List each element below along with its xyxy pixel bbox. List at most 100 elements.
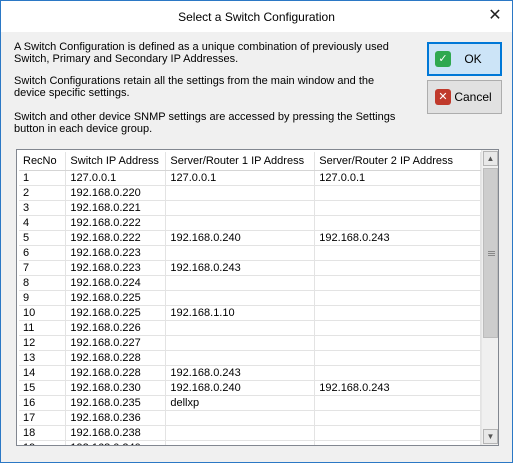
dialog-title: Select a Switch Configuration	[178, 10, 335, 24]
cell-server1-ip	[165, 200, 316, 216]
table-row[interactable]: 5 192.168.0.222 192.168.0.240 192.168.0.243	[19, 230, 481, 246]
cell-server2-ip	[314, 290, 481, 306]
cell-recno: 5	[19, 230, 67, 246]
cell-switch-ip: 192.168.0.224	[65, 275, 167, 291]
cell-recno: 6	[19, 245, 67, 261]
table-row[interactable]: 13 192.168.0.228	[19, 350, 481, 366]
cell-server1-ip	[165, 440, 316, 445]
table-row[interactable]: 12 192.168.0.227	[19, 335, 481, 351]
scroll-thumb[interactable]	[483, 168, 498, 338]
cell-server2-ip	[314, 320, 481, 336]
cell-server1-ip: 192.168.0.240	[165, 380, 316, 396]
vertical-scrollbar[interactable]: ▲ ▼	[481, 150, 498, 445]
column-header-server2-ip[interactable]: Server/Router 2 IP Address	[314, 152, 481, 171]
cell-switch-ip: 192.168.0.226	[65, 320, 167, 336]
cell-server1-ip	[165, 275, 316, 291]
cell-server1-ip: 192.168.1.10	[165, 305, 316, 321]
cell-recno: 2	[19, 185, 67, 201]
cell-server2-ip	[314, 410, 481, 426]
table-row[interactable]: 2 192.168.0.220	[19, 185, 481, 201]
ok-button-label: OK	[464, 52, 482, 66]
cell-server1-ip: dellxp	[165, 395, 316, 411]
table-row[interactable]: 9 192.168.0.225	[19, 290, 481, 306]
table-row[interactable]: 6 192.168.0.223	[19, 245, 481, 261]
cell-switch-ip: 192.168.0.236	[65, 410, 167, 426]
cell-server2-ip	[314, 200, 481, 216]
grip-icon	[488, 251, 495, 256]
cell-switch-ip: 192.168.0.221	[65, 200, 167, 216]
cell-switch-ip: 192.168.0.220	[65, 185, 167, 201]
x-icon: ✕	[435, 89, 451, 105]
cell-server2-ip: 192.168.0.243	[314, 230, 481, 246]
cell-switch-ip: 192.168.0.222	[65, 215, 167, 231]
cell-server2-ip: 127.0.0.1	[314, 170, 481, 186]
table-row[interactable]: 14 192.168.0.228 192.168.0.243	[19, 365, 481, 381]
cell-server1-ip	[165, 410, 316, 426]
cell-switch-ip: 192.168.0.228	[65, 350, 167, 366]
cell-switch-ip: 192.168.0.240	[65, 440, 167, 445]
table-row[interactable]: 19192.168.0.240	[19, 440, 481, 445]
table-row[interactable]: 3 192.168.0.221	[19, 200, 481, 216]
cell-server2-ip	[314, 275, 481, 291]
table-row[interactable]: 7 192.168.0.223 192.168.0.243	[19, 260, 481, 276]
table-row[interactable]: 16 192.168.0.235 dellxp	[19, 395, 481, 411]
cell-switch-ip: 192.168.0.222	[65, 230, 167, 246]
cell-server2-ip	[314, 425, 481, 441]
ok-button[interactable]: ✓ OK	[427, 42, 502, 76]
table-row[interactable]: 1 127.0.0.1 127.0.0.1 127.0.0.1	[19, 170, 481, 186]
table-row[interactable]: 10 192.168.0.225 192.168.1.10	[19, 305, 481, 321]
cell-server1-ip: 192.168.0.243	[165, 260, 316, 276]
cell-server2-ip: 192.168.0.243	[314, 380, 481, 396]
column-header-server1-ip[interactable]: Server/Router 1 IP Address	[165, 152, 316, 171]
cell-server2-ip	[314, 395, 481, 411]
cell-recno: 15	[19, 380, 67, 396]
configuration-table: RecNo Switch IP Address Server/Router 1 …	[19, 152, 481, 445]
header-row: RecNo Switch IP Address Server/Router 1 …	[19, 152, 481, 171]
description-para-1: A Switch Configuration is defined as a u…	[14, 41, 389, 65]
configuration-grid[interactable]: RecNo Switch IP Address Server/Router 1 …	[16, 149, 499, 446]
check-icon: ✓	[435, 51, 451, 67]
cell-recno: 12	[19, 335, 67, 351]
cell-recno: 7	[19, 260, 67, 276]
cell-switch-ip: 192.168.0.230	[65, 380, 167, 396]
cell-server1-ip: 127.0.0.1	[165, 170, 316, 186]
cell-recno: 4	[19, 215, 67, 231]
column-header-switch-ip[interactable]: Switch IP Address	[65, 152, 167, 171]
table-row[interactable]: 4 192.168.0.222	[19, 215, 481, 231]
table-row[interactable]: 8 192.168.0.224	[19, 275, 481, 291]
cell-server2-ip	[314, 365, 481, 381]
cell-server1-ip	[165, 185, 316, 201]
cell-recno: 10	[19, 305, 67, 321]
cell-server1-ip	[165, 350, 316, 366]
cell-recno: 16	[19, 395, 67, 411]
scroll-down-icon[interactable]: ▼	[483, 429, 498, 444]
scroll-up-icon[interactable]: ▲	[483, 151, 498, 166]
cell-switch-ip: 192.168.0.228	[65, 365, 167, 381]
cell-switch-ip: 192.168.0.225	[65, 290, 167, 306]
cancel-button[interactable]: ✕ Cancel	[427, 80, 502, 114]
cell-recno: 14	[19, 365, 67, 381]
cell-recno: 17	[19, 410, 67, 426]
column-header-recno[interactable]: RecNo	[19, 152, 67, 171]
cancel-button-label: Cancel	[454, 90, 492, 104]
cell-switch-ip: 192.168.0.223	[65, 245, 167, 261]
table-row[interactable]: 11 192.168.0.226	[19, 320, 481, 336]
cell-recno: 13	[19, 350, 67, 366]
cell-server1-ip: 192.168.0.240	[165, 230, 316, 246]
cell-server2-ip	[314, 440, 481, 445]
description-para-3: Switch and other device SNMP settings ar…	[14, 111, 396, 135]
table-row[interactable]: 15 192.168.0.230 192.168.0.240 192.168.0.24…	[19, 380, 481, 396]
cell-server2-ip	[314, 185, 481, 201]
cell-recno: 9	[19, 290, 67, 306]
cell-recno: 3	[19, 200, 67, 216]
cell-server1-ip	[165, 320, 316, 336]
cell-switch-ip: 192.168.0.238	[65, 425, 167, 441]
cell-switch-ip: 192.168.0.225	[65, 305, 167, 321]
close-icon[interactable]: ✕	[484, 5, 506, 27]
cell-server2-ip	[314, 350, 481, 366]
cell-recno: 19	[19, 440, 67, 445]
table-row[interactable]: 17 192.168.0.236	[19, 410, 481, 426]
cell-server1-ip	[165, 245, 316, 261]
description-para-2: Switch Configurations retain all the set…	[14, 75, 375, 99]
table-row[interactable]: 18 192.168.0.238	[19, 425, 481, 441]
